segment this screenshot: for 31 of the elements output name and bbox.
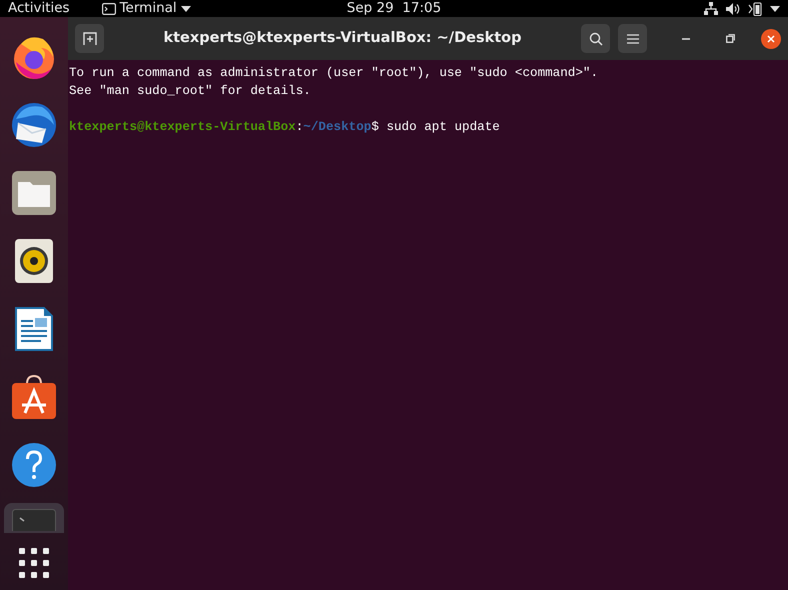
- folder-icon: [12, 171, 56, 215]
- output-line: See "man sudo_root" for details.: [69, 83, 311, 100]
- new-tab-button[interactable]: [75, 24, 104, 53]
- restore-icon: [726, 34, 735, 43]
- activities-button[interactable]: Activities: [0, 0, 78, 17]
- mail-icon: [10, 101, 58, 149]
- minimize-icon: [682, 38, 690, 40]
- menu-icon: [626, 34, 638, 44]
- close-button[interactable]: [761, 28, 781, 48]
- speaker-icon: [15, 239, 53, 283]
- menu-button[interactable]: [618, 24, 647, 53]
- window-title: ktexperts@ktexperts-VirtualBox: ~/Desktop: [163, 30, 522, 46]
- prompt-line: ktexperts@ktexperts-VirtualBox:~/Desktop$ sudo apt update: [69, 119, 500, 136]
- help-icon: [12, 443, 56, 487]
- terminal-icon: [102, 2, 116, 14]
- app-menu[interactable]: Terminal: [102, 0, 191, 17]
- caret-icon: [180, 6, 191, 12]
- search-icon: [588, 32, 602, 46]
- shopping-bag-icon: [12, 375, 56, 419]
- volume-icon[interactable]: [726, 2, 740, 14]
- document-icon: [15, 307, 53, 351]
- close-icon: [767, 34, 775, 42]
- clock[interactable]: Sep 29 17:05: [346, 0, 442, 17]
- new-tab-icon: [82, 32, 96, 46]
- network-icon[interactable]: [704, 2, 718, 15]
- app-grid-icon: [19, 548, 49, 578]
- output-line: To run a command as administrator (user "root"), use "sudo <command>".: [69, 65, 598, 82]
- caret-icon[interactable]: [770, 6, 780, 12]
- battery-icon[interactable]: [748, 2, 762, 16]
- search-button[interactable]: [581, 24, 610, 53]
- terminal-icon: [12, 509, 56, 531]
